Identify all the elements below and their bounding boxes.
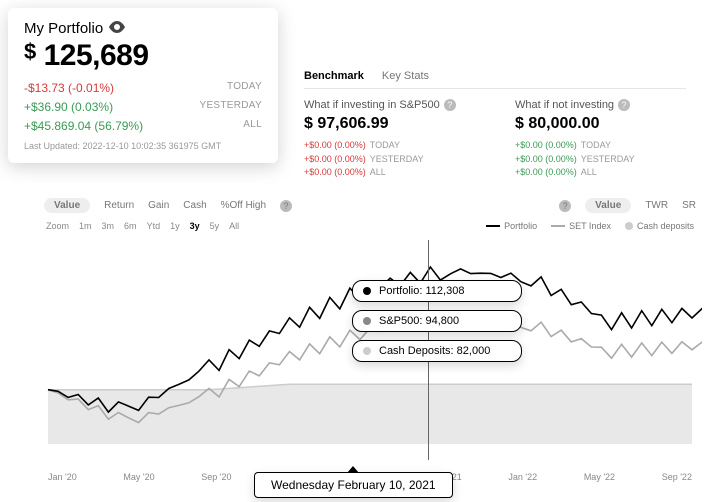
bm-invest-value: $ 97,606.99 [304, 115, 475, 133]
benchmark-col-invest: What if investing in S&P500? $ 97,606.99… [304, 99, 475, 180]
benchmark-panel: Benchmark Key Stats What if investing in… [290, 60, 700, 190]
delta-yesterday: +$36.90 (0.03%) [24, 98, 113, 117]
tab-return[interactable]: Return [104, 200, 134, 211]
dot-cash-icon [363, 347, 371, 355]
benchmark-col-notinvest: What if not investing? $ 80,000.00 +$0.0… [515, 99, 686, 180]
tab-gain[interactable]: Gain [148, 200, 169, 211]
last-updated: Last Updated: 2022-12-10 10:02:35 361975… [24, 141, 262, 151]
help-icon[interactable]: ? [444, 99, 456, 111]
chart-right-tabs: ? Value TWR SR [559, 198, 696, 213]
zoom-ytd[interactable]: Ytd [147, 221, 161, 231]
zoom-5y[interactable]: 5y [210, 221, 220, 231]
chart-tooltip: Portfolio: 112,308 S&P500: 94,800 Cash D… [352, 280, 522, 370]
tooltip-date: Wednesday February 10, 2021 [254, 472, 453, 498]
benchmark-tabs: Benchmark Key Stats [304, 70, 686, 89]
help-icon[interactable]: ? [280, 200, 292, 212]
tt-sp500: S&P500: 94,800 [379, 315, 459, 327]
tab-value-r[interactable]: Value [585, 198, 631, 213]
portfolio-card: My Portfolio $ 125,689 -$13.73 (-0.01%)T… [8, 8, 278, 163]
tab-sr[interactable]: SR [682, 200, 696, 211]
help-icon[interactable]: ? [618, 99, 630, 111]
zoom-all[interactable]: All [229, 221, 239, 231]
zoom-controls: Zoom 1m 3m 6m Ytd 1y 3y 5y All [38, 215, 247, 237]
tt-portfolio: Portfolio: 112,308 [379, 285, 464, 297]
zoom-3m[interactable]: 3m [102, 221, 115, 231]
portfolio-title: My Portfolio [24, 20, 262, 37]
help-icon[interactable]: ? [559, 200, 571, 212]
delta-all: +$45.869.04 (56.79%) [24, 117, 143, 136]
dot-sp500-icon [363, 317, 371, 325]
tab-benchmark[interactable]: Benchmark [304, 70, 364, 82]
zoom-1y[interactable]: 1y [170, 221, 180, 231]
portfolio-total: $ 125,689 [24, 39, 262, 73]
zoom-3y[interactable]: 3y [190, 221, 200, 231]
tab-twr[interactable]: TWR [645, 200, 668, 211]
delta-today: -$13.73 (-0.01%) [24, 79, 114, 98]
bm-notinvest-title: What if not investing [515, 99, 614, 111]
tab-offhigh[interactable]: %Off High [221, 200, 266, 211]
tab-cash[interactable]: Cash [183, 200, 206, 211]
tab-value[interactable]: Value [44, 198, 90, 213]
dot-portfolio-icon [363, 287, 371, 295]
zoom-6m[interactable]: 6m [124, 221, 137, 231]
bm-notinvest-value: $ 80,000.00 [515, 115, 686, 133]
tt-cash: Cash Deposits: 82,000 [379, 345, 490, 357]
bm-invest-title: What if investing in S&P500 [304, 99, 440, 111]
chart-metric-tabs: Value Return Gain Cash %Off High ? [44, 198, 292, 213]
zoom-1m[interactable]: 1m [79, 221, 92, 231]
eye-icon[interactable] [109, 20, 125, 37]
tab-key-stats[interactable]: Key Stats [382, 70, 429, 82]
chart-legend: Portfolio SET Index Cash deposits [478, 219, 702, 233]
